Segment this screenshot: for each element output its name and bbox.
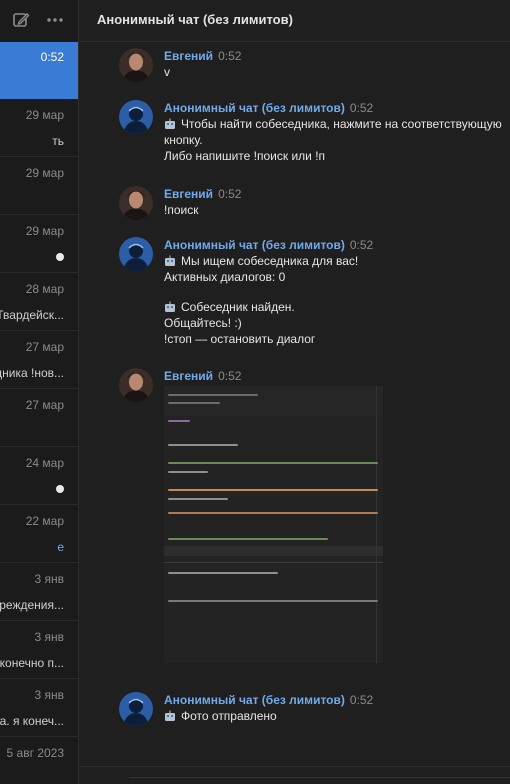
message-header: Анонимный чат (без лимитов) 0:52: [164, 100, 510, 116]
sender-name[interactable]: Анонимный чат (без лимитов): [164, 101, 345, 115]
chat-list-item[interactable]: 3 янв а. я конеч...: [0, 680, 78, 737]
chat-time: 28 мар: [25, 282, 64, 296]
sender-name[interactable]: Евгений: [164, 369, 213, 383]
robot-emoji-icon: [165, 118, 175, 129]
sidebar-toolbar: [0, 0, 78, 40]
avatar[interactable]: [119, 368, 153, 402]
chat-list-item[interactable]: 28 мар Твардейск...: [0, 274, 78, 331]
message-body: Евгений 0:52: [164, 368, 510, 384]
message-time: 0:52: [218, 49, 242, 63]
message-text: !поиск: [164, 203, 199, 217]
chat-preview: ть: [52, 134, 64, 148]
chat-list-item[interactable]: 27 мар дника !нов...: [0, 332, 78, 389]
sender-name[interactable]: Анонимный чат (без лимитов): [164, 693, 345, 707]
message-body: Анонимный чат (без лимитов) 0:52 Мы ищем …: [164, 237, 510, 347]
message-body: Анонимный чат (без лимитов) 0:52 Чтобы на…: [164, 100, 510, 164]
message-header: Евгений 0:52: [164, 186, 510, 202]
unread-dot: [56, 485, 64, 493]
message-time: 0:52: [349, 693, 374, 707]
message-text: Собеседник найден.: [181, 300, 295, 314]
chat-list-item[interactable]: 29 мар: [0, 216, 78, 273]
message-text: Общайтесь! :): [164, 316, 242, 330]
message-line: Мы ищем собеседника для вас!: [164, 253, 510, 269]
chat-time: 27 мар: [25, 398, 64, 412]
chat-list-item[interactable]: 22 мар е: [0, 506, 78, 563]
code-screenshot-photo[interactable]: [164, 386, 383, 663]
chat-time: 3 янв: [34, 630, 64, 644]
message-gap: [164, 285, 510, 299]
chat-time: 24 мар: [25, 456, 64, 470]
message-time: 0:52: [218, 187, 242, 201]
chat-preview: дника !нов...: [0, 366, 64, 380]
message-time: 0:52: [349, 101, 374, 115]
message-line: Чтобы найти собеседника, нажмите на соот…: [164, 116, 510, 132]
chat-time: 3 янв: [34, 572, 64, 586]
chat-time: 22 мар: [25, 514, 64, 528]
message-line: Собеседник найден.: [164, 299, 510, 315]
compose-icon[interactable]: [11, 10, 31, 30]
chat-header: Анонимный чат (без лимитов): [79, 0, 510, 42]
robot-emoji-icon: [165, 255, 175, 266]
message-text: кнопку.: [164, 133, 203, 147]
message-text: Фото отправлено: [181, 709, 277, 723]
message-line: Фото отправлено: [164, 708, 510, 724]
message-text: Либо напишите !поиск или !п: [164, 149, 326, 163]
message-time: 0:52: [349, 238, 374, 252]
message-text: Активных диалогов: 0: [164, 270, 286, 284]
chat-list-item[interactable]: 5 авг 2023: [0, 738, 78, 784]
chat-preview: реждения...: [0, 598, 64, 612]
chat-list-item[interactable]: 24 мар: [0, 448, 78, 505]
message-time: 0:52: [218, 369, 242, 383]
more-icon[interactable]: [45, 10, 65, 30]
message-text: Чтобы найти собеседника, нажмите на соот…: [181, 117, 502, 131]
message-body: Евгений 0:52 v: [164, 48, 510, 80]
chat-list-item[interactable]: 27 мар: [0, 390, 78, 447]
sender-name[interactable]: Евгений: [164, 187, 213, 201]
avatar[interactable]: [119, 692, 153, 726]
message-text: !стоп — остановить диалог: [164, 332, 316, 346]
chat-time: 29 мар: [25, 224, 64, 238]
chat-preview: а. я конеч...: [0, 714, 64, 728]
sender-name[interactable]: Анонимный чат (без лимитов): [164, 238, 345, 252]
message-header: Анонимный чат (без лимитов) 0:52: [164, 692, 510, 708]
chat-time: 29 мар: [25, 108, 64, 122]
conversation-panel: Анонимный чат (без лимитов) Евгений 0:52 …: [79, 0, 510, 784]
chat-time: 3 янв: [34, 688, 64, 702]
message-text: v: [164, 65, 170, 79]
chat-time: 5 авг 2023: [6, 746, 64, 760]
avatar[interactable]: [119, 186, 153, 220]
chat-preview: Твардейск...: [0, 308, 64, 322]
composer-input[interactable]: [129, 777, 510, 784]
chat-time: 0:52: [40, 50, 64, 64]
message-composer[interactable]: [79, 766, 510, 784]
unread-dot: [56, 253, 64, 261]
chat-preview: конечно п...: [0, 656, 64, 670]
message-header: Евгений 0:52: [164, 368, 510, 384]
chat-list-item[interactable]: 3 янв конечно п...: [0, 622, 78, 679]
avatar[interactable]: [119, 237, 153, 271]
chat-list-item[interactable]: 3 янв реждения...: [0, 564, 78, 621]
chat-preview: е: [57, 540, 64, 554]
message-text: Мы ищем собеседника для вас!: [181, 254, 359, 268]
chat-list-item[interactable]: 0:52: [0, 42, 78, 99]
avatar[interactable]: [119, 48, 153, 82]
message-header: Анонимный чат (без лимитов) 0:52: [164, 237, 510, 253]
robot-emoji-icon: [165, 710, 175, 721]
message-body: Анонимный чат (без лимитов) 0:52 Фото отп…: [164, 692, 510, 724]
message-header: Евгений 0:52: [164, 48, 510, 64]
chat-title[interactable]: Анонимный чат (без лимитов): [97, 12, 293, 27]
chat-list-sidebar: 0:52 29 мар ть 29 мар 29 мар 28 мар Твар…: [0, 0, 79, 784]
chat-time: 27 мар: [25, 340, 64, 354]
robot-emoji-icon: [165, 301, 175, 312]
chat-time: 29 мар: [25, 166, 64, 180]
chat-list-item[interactable]: 29 мар ть: [0, 100, 78, 157]
avatar[interactable]: [119, 100, 153, 134]
message-body: Евгений 0:52 !поиск: [164, 186, 510, 218]
chat-list-item[interactable]: 29 мар: [0, 158, 78, 215]
sender-name[interactable]: Евгений: [164, 49, 213, 63]
